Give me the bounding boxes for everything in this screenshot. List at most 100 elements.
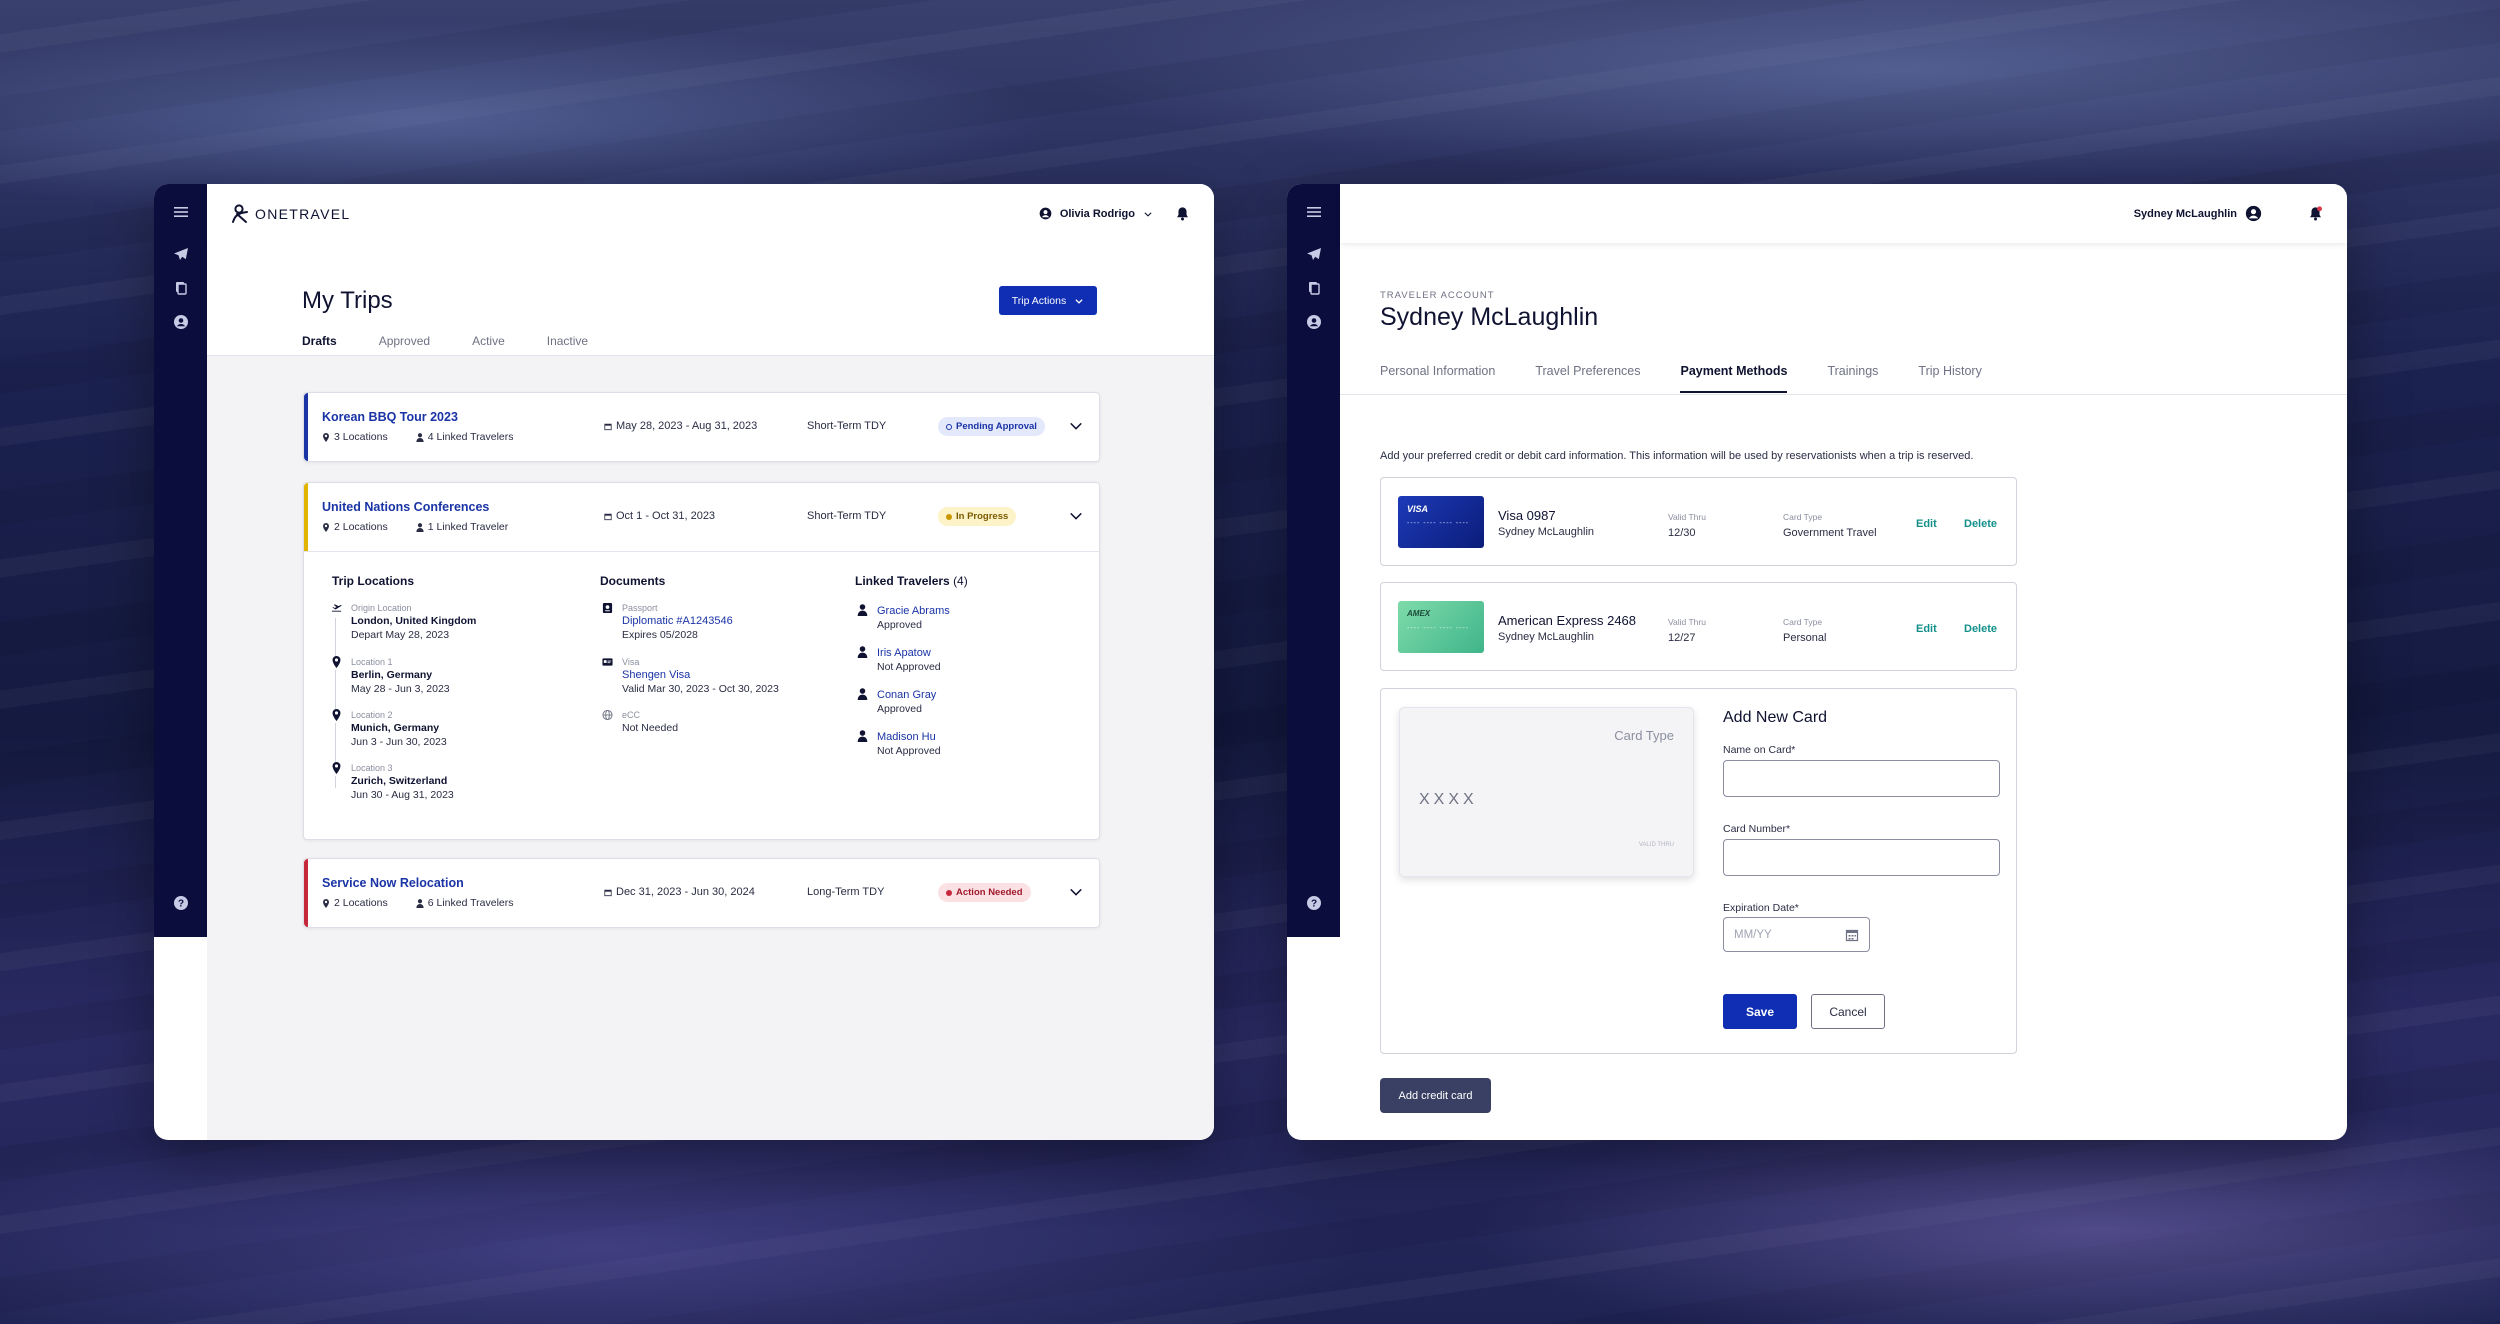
account-window: ? Sydney McLaughlin TRAVELER ACCOUNT Syd… [1287,184,2347,1140]
traveler-name[interactable]: Iris Apatow [877,646,941,660]
status-dot-icon [946,423,952,430]
trips-window: ? ONETRAVEL Olivia Rodrigo My Trips Trip… [154,184,1214,1140]
traveler-status: Not Approved [877,661,941,673]
trip-date-range: Oct 1 - Oct 31, 2023 [616,510,716,522]
person-icon [416,898,424,908]
expand-chevron-icon[interactable] [1069,419,1083,433]
valid-thru-value: 12/30 [1668,527,1696,539]
tab-trip-history[interactable]: Trip History [1918,364,1981,393]
traveler-item: Madison Hu Not Approved [855,730,941,758]
name-on-card-input[interactable] [1723,760,2000,797]
card-type-value: Personal [1783,632,1827,644]
expiration-placeholder: MM/YY [1734,928,1772,941]
linked-travelers-count: (4) [953,574,968,588]
user-menu[interactable]: Sydney McLaughlin [2134,205,2262,222]
documents-icon[interactable] [1304,278,1324,298]
user-name: Sydney McLaughlin [2133,207,2237,220]
user-menu[interactable]: Olivia Rodrigo [1039,207,1153,220]
linked-travelers-title: Linked Travelers (4) [855,574,968,588]
status-dot-icon [946,889,952,896]
expand-chevron-icon[interactable] [1069,885,1083,899]
edit-card-button[interactable]: Edit [1916,518,1937,530]
preview-card-number: XXXX [1419,791,1478,808]
brand-logo[interactable]: ONETRAVEL [231,203,350,224]
tab-personal-information[interactable]: Personal Information [1380,364,1495,393]
trip-travelers: 4 Linked Travelers [427,431,514,443]
trip-row[interactable]: United Nations Conferences 2 Locations 1… [304,483,1099,551]
valid-thru-label: Valid Thru [1668,512,1706,522]
delete-card-button[interactable]: Delete [1964,623,1997,635]
card-type-label: Card Type [1783,617,1823,627]
trip-locations: 2 Locations [334,897,388,909]
card-number-input[interactable] [1723,839,2000,876]
notifications-bell-icon[interactable] [2308,206,2323,221]
traveler-name[interactable]: Conan Gray [877,688,936,702]
location-label: Location 2 [351,710,393,720]
account-icon[interactable] [171,312,191,332]
payment-card: VISA ---- ---- ---- ---- Visa 0987 Sydne… [1380,477,2017,566]
trip-row[interactable]: Service Now Relocation 2 Locations 6 Lin… [304,859,1099,927]
linked-travelers-label: Linked Travelers [855,574,950,588]
document-item: Passport Diplomatic #A1243546 Expires 05/2… [600,602,733,642]
help-icon[interactable]: ? [1304,893,1324,913]
card-type-value: Government Travel [1783,527,1877,539]
account-icon[interactable] [1304,312,1324,332]
trip-row[interactable]: Korean BBQ Tour 2023 3 Locations 4 Linke… [304,393,1099,461]
edit-card-button[interactable]: Edit [1916,623,1937,635]
trip-card[interactable]: Service Now Relocation 2 Locations 6 Lin… [303,858,1100,928]
trip-name[interactable]: Korean BBQ Tour 2023 [322,410,458,424]
card-name: Visa 0987 [1498,508,1556,523]
location-label: Location 1 [351,657,393,667]
plane-icon[interactable] [1304,244,1324,264]
documents-title: Documents [600,574,666,588]
trip-meta: 2 Locations 6 Linked Travelers [322,897,514,909]
tab-payment-methods[interactable]: Payment Methods [1680,364,1788,393]
traveler-status: Approved [877,703,922,715]
plane-icon[interactable] [171,244,191,264]
delete-card-button[interactable]: Delete [1964,518,1997,530]
help-icon[interactable]: ? [171,893,191,913]
trip-locations: 2 Locations [334,521,388,533]
trip-travelers: 6 Linked Travelers [427,897,514,909]
trip-locations: 3 Locations [334,431,388,443]
trip-actions-button[interactable]: Trip Actions [999,286,1097,315]
trip-card-expanded[interactable]: United Nations Conferences 2 Locations 1… [303,482,1100,840]
add-credit-card-button[interactable]: Add credit card [1380,1078,1491,1113]
expiration-date-input[interactable]: MM/YY [1723,917,1870,952]
calendar-icon[interactable] [1845,928,1859,942]
status-label: Action Needed [956,887,1023,898]
person-icon [855,730,869,744]
trip-name[interactable]: United Nations Conferences [322,500,489,514]
save-button[interactable]: Save [1723,994,1797,1029]
document-detail: Expires 05/2028 [622,629,698,641]
collapse-chevron-icon[interactable] [1069,509,1083,523]
card-name: American Express 2468 [1498,613,1637,628]
trip-locations-title: Trip Locations [332,574,415,588]
documents-icon[interactable] [171,278,191,298]
status-badge: In Progress [938,507,1017,526]
menu-icon[interactable] [171,202,191,222]
menu-icon[interactable] [1304,202,1324,222]
trip-name[interactable]: Service Now Relocation [322,876,464,890]
document-link[interactable]: Diplomatic #A1243546 [622,614,733,628]
location-dates: Jun 30 - Aug 31, 2023 [351,789,454,801]
trip-dates: May 28, 2023 - Aug 31, 2023 [604,420,757,432]
traveler-name[interactable]: Gracie Abrams [877,604,950,618]
traveler-item: Conan Gray Approved [855,688,936,716]
status-badge: Pending Approval [938,417,1045,436]
traveler-name[interactable]: Madison Hu [877,730,941,744]
document-link[interactable]: Shengen Visa [622,668,779,682]
trip-travelers: 1 Linked Traveler [427,521,509,533]
trip-card[interactable]: Korean BBQ Tour 2023 3 Locations 4 Linke… [303,392,1100,462]
cancel-button[interactable]: Cancel [1811,994,1885,1029]
location-label: Location 3 [351,763,393,773]
tab-travel-preferences[interactable]: Travel Preferences [1535,364,1640,393]
notifications-bell-icon[interactable] [1175,206,1190,221]
side-nav: ? [154,184,207,937]
valid-thru-value: 12/27 [1668,632,1696,644]
traveler-item: Iris Apatow Not Approved [855,646,941,674]
amex-card-image: AMEX ---- ---- ---- ---- [1398,601,1484,653]
top-bar: ONETRAVEL Olivia Rodrigo [207,184,1214,243]
document-label: Passport [622,603,658,613]
tab-trainings[interactable]: Trainings [1827,364,1878,393]
